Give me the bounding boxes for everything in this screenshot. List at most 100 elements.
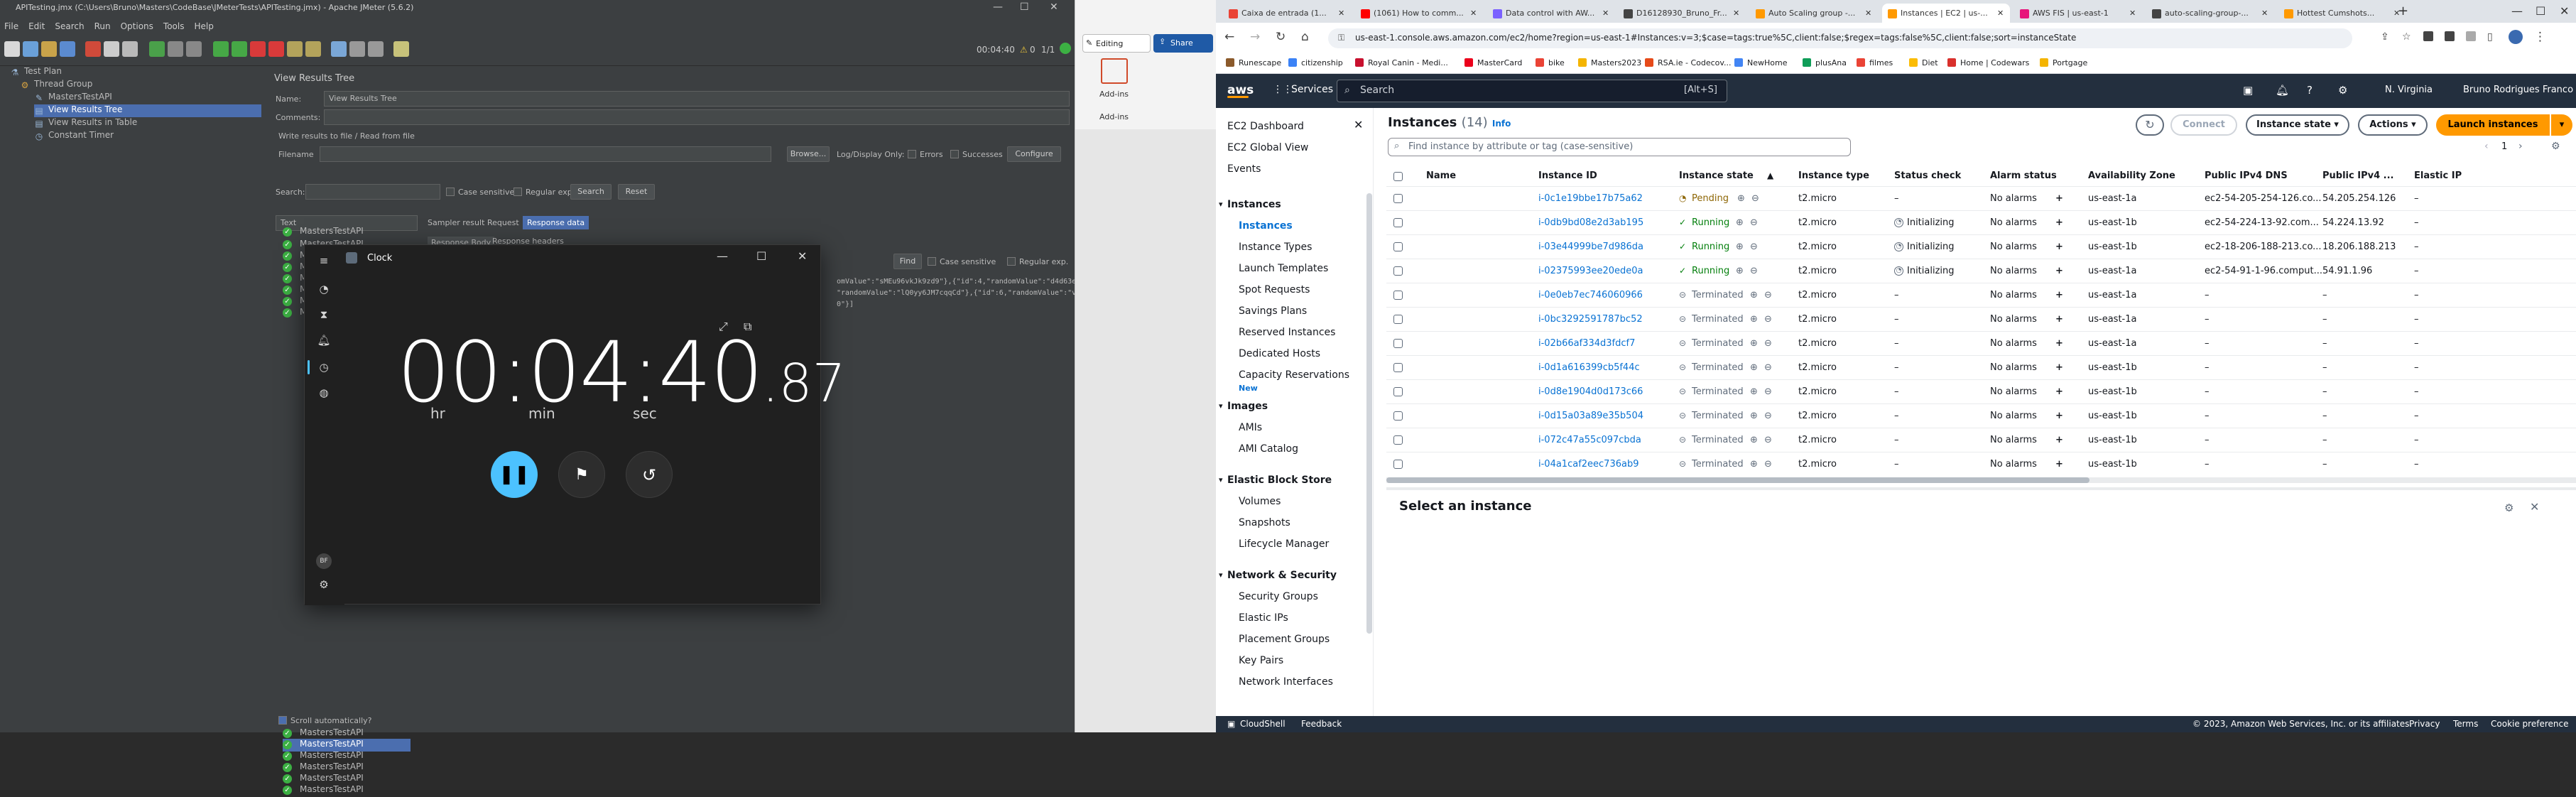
sidebar-item-launch-templates[interactable]: Launch Templates bbox=[1239, 263, 1328, 274]
vertical-scrollbar[interactable] bbox=[1366, 193, 1372, 634]
row-checkbox[interactable] bbox=[1393, 315, 1403, 324]
timer-icon[interactable]: ⧗ bbox=[317, 308, 331, 322]
name-field[interactable]: View Results Tree bbox=[324, 91, 1070, 107]
table-row[interactable]: i-03e44999be7d986da ✓ Running ⊕ ⊖ t2.micro ◔ In… bbox=[1386, 234, 2576, 259]
instance-id-link[interactable]: i-0d8e1904d0d173c66 bbox=[1538, 386, 1643, 397]
tree-item-masterstestapi[interactable]: ✎ MastersTestAPI bbox=[34, 92, 112, 104]
terms-link[interactable]: Terms bbox=[2453, 719, 2478, 729]
zoom-in-icon[interactable]: ⊕ bbox=[1750, 459, 1758, 470]
column-header-public-ipv4-[interactable]: Public IPv4 ... bbox=[2322, 170, 2393, 181]
caret-down-icon[interactable]: ▾ bbox=[1219, 200, 1223, 209]
maximize-icon[interactable]: ☐ bbox=[2536, 4, 2545, 18]
notifications-icon[interactable]: 🔔︎ bbox=[2276, 84, 2289, 97]
add-alarm-icon[interactable]: + bbox=[2055, 217, 2063, 228]
row-checkbox[interactable] bbox=[1393, 339, 1403, 348]
add-alarm-icon[interactable]: + bbox=[2055, 435, 2063, 445]
row-checkbox[interactable] bbox=[1393, 242, 1403, 251]
save-icon[interactable] bbox=[60, 41, 75, 57]
instance-id-link[interactable]: i-0e0eb7ec746060966 bbox=[1538, 290, 1643, 300]
close-icon[interactable]: ✕ bbox=[2129, 9, 2136, 18]
menu-dots-icon[interactable]: ⋮ bbox=[2534, 30, 2546, 44]
browser-tab[interactable]: AWS FIS | us-east-1 ✕ bbox=[2014, 4, 2142, 23]
zoom-out-icon[interactable]: ⊖ bbox=[1764, 362, 1772, 373]
hamburger-icon[interactable]: ≡ bbox=[317, 254, 331, 268]
warning-icon[interactable]: ⚠ bbox=[1020, 45, 1028, 55]
feedback-link[interactable]: Feedback bbox=[1301, 719, 1342, 729]
column-header-name[interactable]: Name bbox=[1426, 170, 1456, 181]
zoom-out-icon[interactable]: ⊖ bbox=[1764, 386, 1772, 397]
browser-tab[interactable]: Instances | EC2 | us-... ✕ bbox=[1882, 4, 2010, 23]
instance-id-link[interactable]: i-0d15a03a89e35b504 bbox=[1538, 411, 1643, 421]
zoom-out-icon[interactable]: ⊖ bbox=[1764, 290, 1772, 300]
row-checkbox[interactable] bbox=[1393, 266, 1403, 276]
instance-id-link[interactable]: i-0db9bd08e2d3ab195 bbox=[1538, 217, 1643, 228]
table-row[interactable]: i-0d8e1904d0d173c66 ⊝ Terminated ⊕ ⊖ t2.micro… bbox=[1386, 379, 2576, 403]
table-row[interactable]: i-0e0eb7ec746060966 ⊝ Terminated ⊕ ⊖ t2.micro… bbox=[1386, 283, 2576, 307]
column-header-alarm-status[interactable]: Alarm status bbox=[1990, 170, 2057, 181]
tree-item-test-plan[interactable]: ⚗ Test Plan bbox=[10, 66, 62, 79]
find-regex-checkbox[interactable]: Regular exp. bbox=[1007, 257, 1068, 266]
find-case-checkbox[interactable]: Case sensitive bbox=[928, 257, 996, 266]
maximize-icon[interactable]: ☐ bbox=[756, 249, 766, 263]
zoom-out-icon[interactable]: ⊖ bbox=[1764, 411, 1772, 421]
sidebar-section-network-security[interactable]: Network & Security bbox=[1227, 570, 1337, 581]
zoom-in-icon[interactable]: ⊕ bbox=[1750, 435, 1758, 445]
settings-icon[interactable]: ⚙ bbox=[317, 578, 331, 592]
close-icon[interactable]: ✕ bbox=[1997, 9, 2004, 18]
instance-id-link[interactable]: i-0c1e19bbe17b75a62 bbox=[1538, 193, 1643, 204]
bookmark-item[interactable]: Runescape bbox=[1226, 58, 1281, 67]
shutdown-icon[interactable] bbox=[268, 41, 284, 57]
instance-id-link[interactable]: i-03e44999be7d986da bbox=[1538, 242, 1643, 252]
row-checkbox[interactable] bbox=[1393, 291, 1403, 300]
tree-item-view-results-in-table[interactable]: ▤ View Results in Table bbox=[34, 117, 137, 130]
column-header-status-check[interactable]: Status check bbox=[1894, 170, 1961, 181]
add-alarm-icon[interactable]: + bbox=[2055, 193, 2063, 204]
column-header-public-ipv4-dns[interactable]: Public IPv4 DNS bbox=[2205, 170, 2288, 181]
reset-search-icon[interactable] bbox=[349, 41, 365, 57]
panel-settings-icon[interactable]: ⚙ bbox=[2504, 501, 2513, 514]
share-button[interactable]: ⇪ Share bbox=[1153, 34, 1213, 53]
settings-icon[interactable]: ⚙ bbox=[2338, 84, 2347, 97]
instance-id-link[interactable]: i-072c47a55c097cbda bbox=[1538, 435, 1641, 445]
templates-icon[interactable] bbox=[23, 41, 38, 57]
tab-response-data[interactable]: Response data bbox=[523, 216, 589, 229]
add-alarm-icon[interactable]: + bbox=[2055, 459, 2063, 470]
sidebar-section-images[interactable]: Images bbox=[1227, 401, 1268, 412]
toggle-icon[interactable] bbox=[186, 41, 202, 57]
zoom-in-icon[interactable]: ⊕ bbox=[1736, 242, 1744, 252]
sidebar-item-placement-groups[interactable]: Placement Groups bbox=[1239, 634, 1330, 645]
minimize-icon[interactable]: — bbox=[993, 1, 1003, 13]
paste-icon[interactable] bbox=[122, 41, 138, 57]
instance-id-link[interactable]: i-02b66af334d3fdcf7 bbox=[1538, 338, 1635, 349]
aws-search-input[interactable]: ⌕ Search [Alt+S] bbox=[1337, 80, 1727, 102]
zoom-in-icon[interactable]: ⊕ bbox=[1750, 411, 1758, 421]
menu-item-run[interactable]: Run bbox=[90, 18, 116, 31]
add-alarm-icon[interactable]: + bbox=[2055, 386, 2063, 397]
sidebar-item-key-pairs[interactable]: Key Pairs bbox=[1239, 655, 1283, 666]
sidebar-section-elastic-block-store[interactable]: Elastic Block Store bbox=[1227, 475, 1332, 486]
add-alarm-icon[interactable]: + bbox=[2055, 411, 2063, 421]
clear-all-icon[interactable] bbox=[305, 41, 321, 57]
close-icon[interactable]: ✕ bbox=[2560, 4, 2569, 18]
zoom-in-icon[interactable]: ⊕ bbox=[1750, 290, 1758, 300]
horizontal-scrollbar[interactable] bbox=[1386, 477, 2576, 483]
sidebar-item-ec2-dashboard[interactable]: EC2 Dashboard bbox=[1227, 121, 1304, 132]
row-checkbox[interactable] bbox=[1393, 411, 1403, 421]
add-alarm-icon[interactable]: + bbox=[2055, 362, 2063, 373]
column-header-elastic-ip[interactable]: Elastic IP bbox=[2414, 170, 2462, 181]
close-icon[interactable]: ✕ bbox=[1050, 1, 1058, 13]
column-header-availability-zone[interactable]: Availability Zone bbox=[2088, 170, 2175, 181]
browser-tab[interactable]: (1061) How to comm... ✕ bbox=[1355, 4, 1483, 23]
browser-tab[interactable]: D16128930_Bruno_Fr... ✕ bbox=[1618, 4, 1746, 23]
forward-icon[interactable]: → bbox=[1250, 30, 1260, 44]
sidebar-item-volumes[interactable]: Volumes bbox=[1239, 496, 1281, 507]
sidebar-item-spot-requests[interactable]: Spot Requests bbox=[1239, 284, 1310, 296]
zoom-in-icon[interactable]: ⊕ bbox=[1750, 362, 1758, 373]
privacy-link[interactable]: Privacy bbox=[2409, 719, 2440, 729]
sidebar-item-elastic-ips[interactable]: Elastic IPs bbox=[1239, 612, 1288, 624]
cut-icon[interactable] bbox=[85, 41, 101, 57]
table-row[interactable]: i-0d15a03a89e35b504 ⊝ Terminated ⊕ ⊖ t2.micro… bbox=[1386, 403, 2576, 428]
zoom-out-icon[interactable]: ⊖ bbox=[1750, 266, 1758, 276]
clear-icon[interactable] bbox=[287, 41, 303, 57]
menu-item-edit[interactable]: Edit bbox=[24, 18, 50, 31]
